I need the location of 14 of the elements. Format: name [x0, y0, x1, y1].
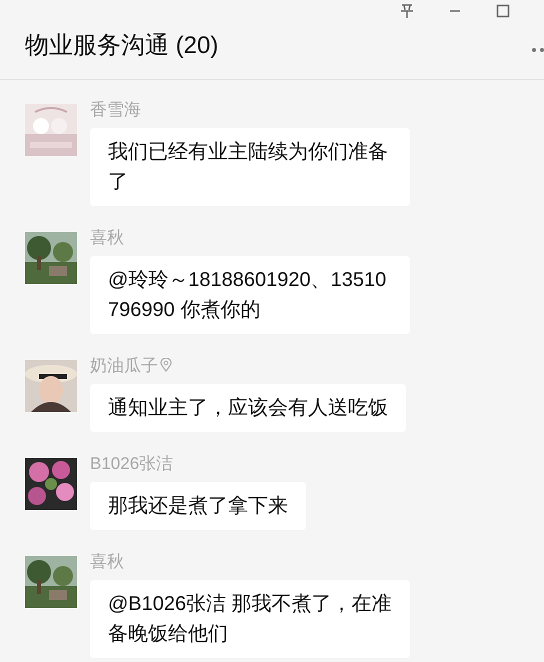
sender-name: 喜秋 — [90, 550, 124, 572]
maximize-icon[interactable] — [495, 3, 511, 19]
more-icon[interactable] — [531, 47, 544, 53]
message-bubble: 我们已经有业主陆续为你们准备了 — [90, 128, 410, 206]
chat-title: 物业服务沟通 (20) — [25, 31, 218, 61]
message-bubble: 那我还是煮了拿下来 — [90, 482, 306, 530]
sender-name: 喜秋 — [90, 226, 124, 248]
sender-name: 奶油瓜子 — [90, 354, 158, 376]
message-bubble: @B1026张洁 那我不煮了，在准备晚饭给他们 — [90, 580, 410, 658]
sender-name: 香雪海 — [90, 98, 141, 120]
sender-name: B1026张洁 — [90, 452, 174, 474]
pin-icon[interactable] — [399, 3, 415, 19]
message-bubble: @玲玲～18188601920、13510796990 你煮你的 — [90, 256, 410, 334]
message-bubble: 通知业主了，应该会有人送吃饭 — [90, 384, 406, 432]
